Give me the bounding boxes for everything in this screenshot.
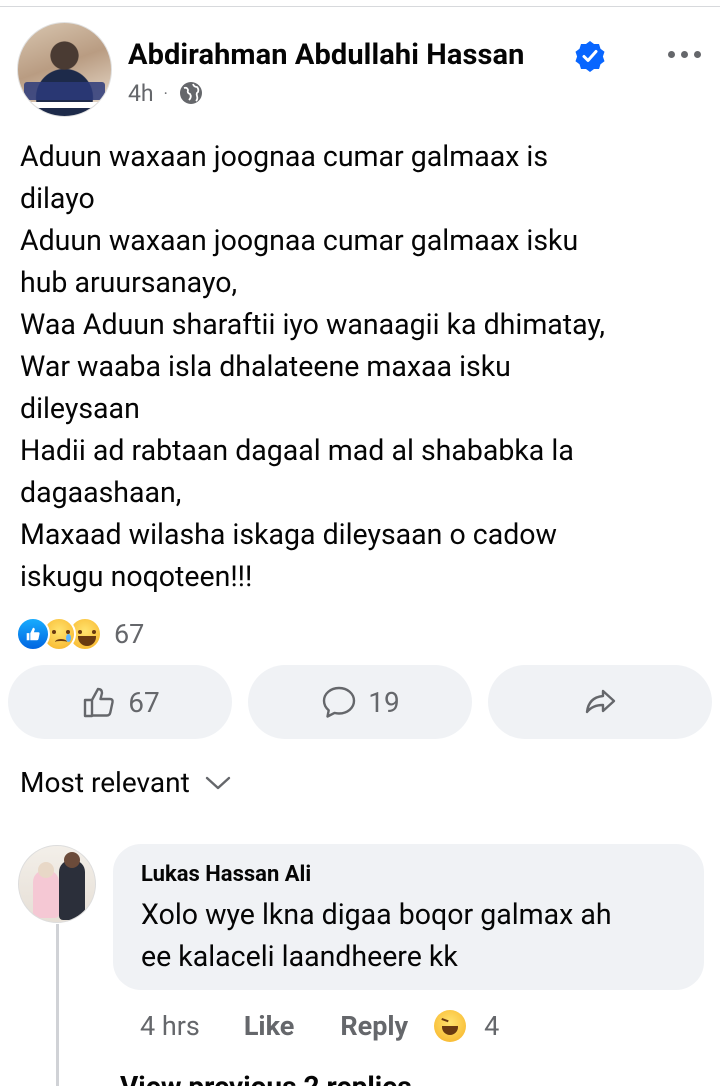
comment-sort-dropdown[interactable]: Most relevant (20, 766, 232, 799)
more-options-icon[interactable] (664, 46, 704, 62)
post-line: hub aruursanayo, (20, 266, 238, 299)
post-line: iskugu noqoteen!!! (20, 560, 253, 593)
post-line: Aduun waxaan joognaa cumar galmaax isku (20, 224, 579, 257)
post-line: Hadii ad rabtaan dagaal mad al shababka … (20, 434, 574, 467)
chevron-down-icon (205, 776, 230, 789)
meta-separator: · (163, 83, 168, 103)
reactions-summary[interactable]: 67 (16, 614, 144, 654)
post-time[interactable]: 4h (128, 80, 154, 107)
verified-badge-icon (575, 41, 605, 72)
thumbs-up-icon (84, 687, 115, 718)
like-button[interactable]: 67 (8, 665, 232, 739)
post-text: Aduun waxaan joognaa cumar galmaax is di… (20, 136, 710, 598)
sort-label: Most relevant (20, 766, 190, 799)
comment-bubble[interactable]: Lukas Hassan Ali Xolo wye lkna digaa boq… (113, 844, 704, 990)
post-line: Waa Aduun sharaftii iyo wanaagii ka dhim… (20, 308, 606, 341)
comment-time[interactable]: 4 hrs (140, 1010, 200, 1042)
comment-button[interactable]: 19 (248, 665, 472, 739)
comment-icon (323, 686, 356, 718)
thread-line (56, 924, 59, 1086)
comment-line: ee kalaceli laandheere kk (141, 940, 458, 973)
comment-line: Xolo wye lkna digaa boqor galmax ah (141, 898, 612, 931)
author-avatar[interactable] (17, 22, 112, 117)
post-line: dagaashaan, (20, 476, 182, 509)
share-icon (585, 689, 616, 714)
comment-reaction-count[interactable]: 4 (484, 1010, 499, 1042)
top-divider (0, 6, 720, 7)
commenter-avatar[interactable] (18, 845, 96, 923)
like-count: 67 (128, 685, 160, 719)
comment-text: Xolo wye lkna digaa boqor galmax ah ee k… (141, 894, 612, 978)
share-button[interactable] (488, 665, 712, 739)
post-line: dileysaan (20, 392, 140, 425)
post-meta: 4h · (128, 78, 204, 108)
post-line: War waaba isla dhalateene maxaa isku (20, 350, 511, 383)
globe-icon (179, 82, 202, 104)
post-line: Aduun waxaan joognaa cumar galmaax is (20, 140, 549, 173)
commenter-name[interactable]: Lukas Hassan Ali (141, 862, 311, 887)
comment-actions: 4 hrs Like Reply 4 (140, 1006, 499, 1046)
reaction-count: 67 (114, 618, 145, 650)
comment-like-button[interactable]: Like (244, 1010, 295, 1042)
comment-count: 19 (368, 685, 400, 719)
comment-reply-button[interactable]: Reply (340, 1010, 408, 1042)
post-line: dilayo (20, 182, 95, 215)
like-reaction-icon (16, 617, 50, 651)
view-previous-replies-link[interactable]: View previous 2 replies (120, 1070, 412, 1086)
haha-reaction-icon (434, 1010, 467, 1042)
post-line: Maxaad wilasha iskaga dileysaan o cadow (20, 518, 557, 551)
author-name[interactable]: Abdirahman Abdullahi Hassan (128, 38, 524, 72)
